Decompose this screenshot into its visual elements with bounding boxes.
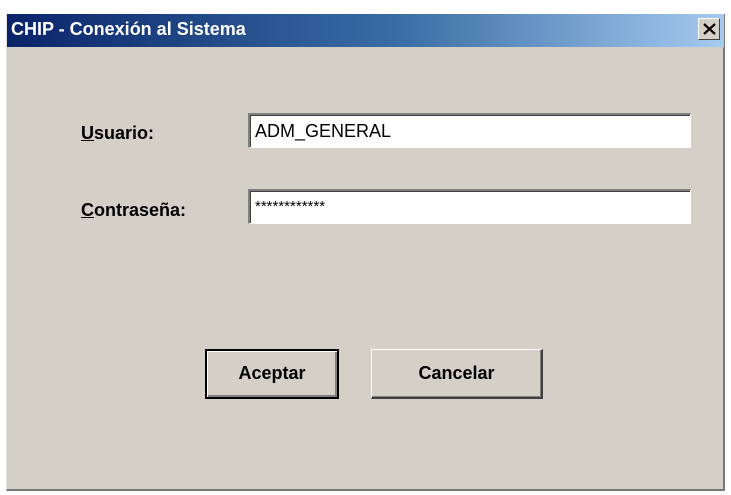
contrasena-label: Contraseña: <box>81 200 186 221</box>
title-bar[interactable]: CHIP - Conexión al Sistema <box>7 14 724 47</box>
close-button[interactable] <box>698 18 720 40</box>
contrasena-input[interactable]: ************ <box>248 189 691 224</box>
login-dialog: CHIP - Conexión al Sistema Usuario: ADM_… <box>6 14 725 491</box>
cancelar-button[interactable]: Cancelar <box>371 349 543 399</box>
window-title: CHIP - Conexión al Sistema <box>11 19 246 39</box>
contrasena-label-text: ontraseña: <box>94 200 187 220</box>
usuario-label-mnemonic: U <box>81 123 94 143</box>
aceptar-button[interactable]: Aceptar <box>205 349 339 399</box>
contrasena-label-mnemonic: C <box>81 200 94 220</box>
usuario-label-text: suario: <box>94 123 155 143</box>
close-icon <box>703 23 716 35</box>
usuario-label: Usuario: <box>81 123 154 144</box>
usuario-input[interactable]: ADM_GENERAL <box>248 113 691 148</box>
